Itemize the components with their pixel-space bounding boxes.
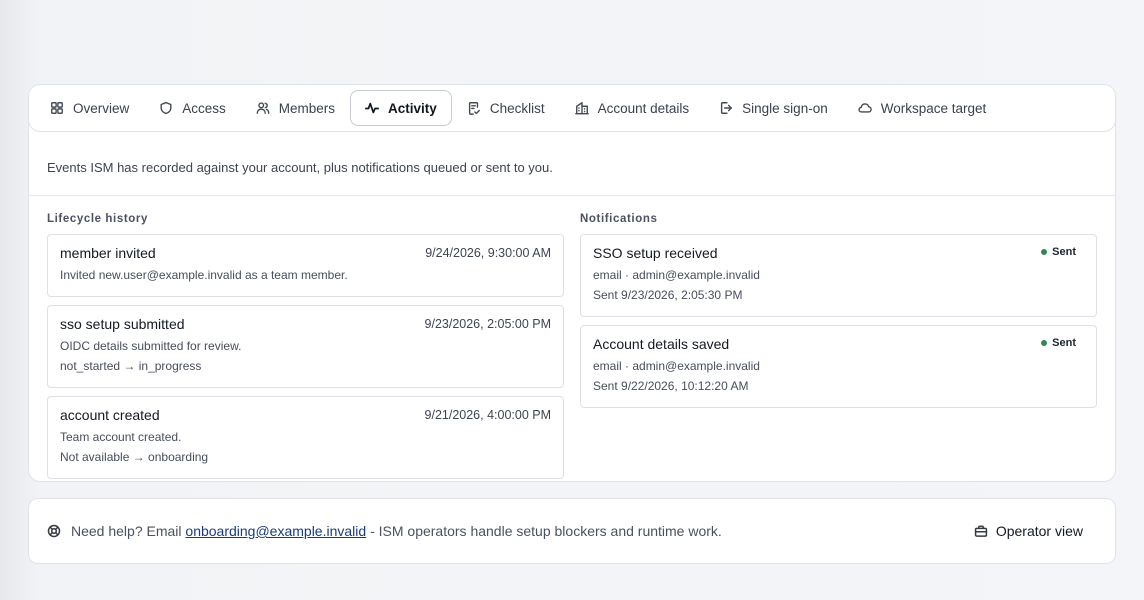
lifecycle-card: sso setup submitted 9/23/2026, 2:05:00 P… — [47, 305, 564, 388]
notification-sent-time: Sent 9/23/2026, 2:05:30 PM — [593, 288, 743, 302]
help-footer: Need help? Email onboarding@example.inva… — [28, 498, 1116, 564]
tab-label: Overview — [73, 100, 130, 116]
users-icon — [256, 102, 270, 114]
notification-card: SSO setup received Sent email · admin@ex… — [580, 234, 1097, 317]
help-prefix: Need help? Email — [71, 523, 186, 539]
tab-members[interactable]: Members — [241, 90, 350, 126]
notifications-title: Notifications — [580, 213, 658, 225]
login-icon — [721, 102, 733, 114]
operator-view-button[interactable]: Operator view — [960, 515, 1097, 547]
event-time: 9/21/2026, 4:00:00 PM — [424, 408, 551, 422]
status-badge: Sent — [1041, 246, 1076, 258]
help-email-link[interactable]: onboarding@example.invalid — [185, 523, 366, 539]
tab-label: Workspace target — [880, 100, 987, 116]
help-suffix: - ISM operators handle setup blockers an… — [366, 523, 722, 539]
lifecycle-history-title: Lifecycle history — [47, 213, 148, 225]
tab-label: Members — [278, 100, 336, 116]
divider — [29, 195, 1115, 196]
event-transition: not_started → in_progress — [60, 359, 202, 373]
status-label: Sent — [1052, 246, 1076, 258]
lifecycle-history-column: Lifecycle history member invited 9/24/20… — [47, 213, 564, 487]
notification-channel: email · admin@example.invalid — [593, 359, 760, 373]
tab-single-sign-on[interactable]: Single sign-on — [704, 90, 843, 126]
tab-label: Single sign-on — [742, 100, 828, 116]
tab-workspace-target[interactable]: Workspace target — [843, 90, 1002, 126]
notifications-column: Notifications SSO setup received Sent em… — [580, 213, 1097, 416]
tab-bar: Overview Access Members Activity Checkli… — [28, 84, 1116, 132]
event-time: 9/24/2026, 9:30:00 AM — [425, 246, 551, 260]
tab-label: Account details — [597, 100, 690, 116]
event-detail: OIDC details submitted for review. — [60, 339, 242, 353]
event-transition: Not available → onboarding — [60, 450, 209, 464]
status-badge: Sent — [1041, 337, 1076, 349]
tab-label: Checklist — [489, 100, 545, 116]
lifecycle-card: member invited 9/24/2026, 9:30:00 AM Inv… — [47, 234, 564, 297]
grid-icon — [51, 102, 63, 114]
shield-icon — [160, 101, 172, 115]
tab-label: Access — [182, 100, 226, 116]
status-dot-icon — [1041, 249, 1048, 255]
tab-access[interactable]: Access — [144, 90, 241, 126]
tab-overview[interactable]: Overview — [35, 90, 144, 126]
activity-description: Events ISM has recorded against your acc… — [47, 160, 553, 175]
tab-account-details[interactable]: Account details — [560, 90, 705, 126]
notification-sent-time: Sent 9/22/2026, 10:12:20 AM — [593, 379, 749, 393]
building-icon — [574, 102, 589, 115]
activity-icon — [365, 102, 380, 114]
workspace-section: Events ISM has recorded against your acc… — [28, 84, 1116, 482]
clipboard-check-icon — [468, 102, 480, 115]
tab-label: Activity — [388, 100, 437, 116]
lifebuoy-icon — [47, 524, 61, 538]
event-detail: Team account created. — [60, 430, 182, 444]
notification-card: Account details saved Sent email · admin… — [580, 325, 1097, 408]
help-text: Need help? Email onboarding@example.inva… — [71, 523, 722, 539]
notification-title: Account details saved — [593, 336, 730, 352]
event-time: 9/23/2026, 2:05:00 PM — [424, 317, 551, 331]
notification-channel: email · admin@example.invalid — [593, 268, 760, 282]
operator-view-label: Operator view — [995, 523, 1083, 539]
event-detail: Invited new.user@example.invalid as a te… — [60, 268, 348, 282]
briefcase-icon — [974, 525, 988, 537]
tab-activity[interactable]: Activity — [350, 90, 452, 126]
lifecycle-card: account created 9/21/2026, 4:00:00 PM Te… — [47, 396, 564, 479]
cloud-icon — [858, 103, 872, 113]
notification-title: SSO setup received — [593, 245, 718, 261]
tab-checklist[interactable]: Checklist — [452, 90, 560, 126]
activity-panel: Events ISM has recorded against your acc… — [28, 94, 1116, 482]
status-label: Sent — [1052, 337, 1076, 349]
status-dot-icon — [1041, 340, 1048, 346]
